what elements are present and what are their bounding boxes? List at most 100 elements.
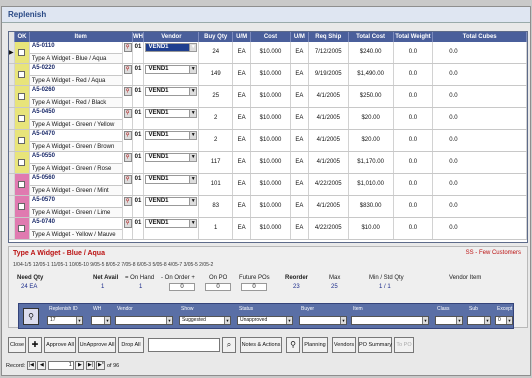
filter-dropdown[interactable]: 0 ▼ bbox=[495, 316, 513, 325]
wh-cell[interactable]: 01 bbox=[133, 218, 145, 239]
ok-checkbox[interactable] bbox=[18, 71, 26, 78]
magnifier-icon[interactable]: ⚲ bbox=[123, 175, 132, 184]
item-number[interactable]: A5-0220 bbox=[32, 65, 55, 71]
header-cost[interactable]: Cost bbox=[251, 32, 291, 42]
item-number[interactable]: A5-0110 bbox=[32, 43, 55, 49]
filter-dropdown[interactable]: Unapproved ▼ bbox=[237, 316, 293, 325]
vendors-button[interactable]: Vendors bbox=[332, 337, 356, 353]
magnifier-icon[interactable]: ⚲ bbox=[123, 197, 132, 206]
wh-cell[interactable]: 01 bbox=[133, 42, 145, 63]
item-number[interactable]: A5-0740 bbox=[32, 219, 55, 225]
vendor-dropdown[interactable]: VEND1 ▼ bbox=[145, 197, 198, 206]
cost-cell[interactable]: $10.000 bbox=[251, 152, 291, 173]
req-ship-cell[interactable]: 4/1/2005 bbox=[309, 152, 349, 173]
wh-cell[interactable]: 01 bbox=[133, 174, 145, 195]
filter-icon[interactable]: ⚲ bbox=[23, 308, 39, 325]
new-record-icon[interactable]: ▶* bbox=[96, 361, 106, 370]
ok-checkbox[interactable] bbox=[18, 49, 26, 56]
magnifier-icon[interactable]: ⚲ bbox=[123, 65, 132, 74]
filter-dropdown[interactable]: ▼ bbox=[91, 316, 111, 325]
header-req-ship[interactable]: Req Ship bbox=[309, 32, 349, 42]
filter-dropdown[interactable]: ▼ bbox=[435, 316, 463, 325]
req-ship-cell[interactable]: 4/22/2005 bbox=[309, 218, 349, 239]
buy-qty-cell[interactable]: 2 bbox=[199, 108, 234, 129]
req-ship-cell[interactable]: 9/19/2005 bbox=[309, 64, 349, 85]
chevron-down-icon[interactable]: ▼ bbox=[484, 317, 490, 324]
chevron-down-icon[interactable]: ▼ bbox=[189, 132, 197, 139]
chevron-down-icon[interactable]: ▼ bbox=[166, 317, 172, 324]
table-row[interactable]: A5-0570 Type A Widget - Green / Lime ⚲ 01 VE… bbox=[9, 196, 527, 218]
magnifier-icon[interactable]: ⚲ bbox=[123, 131, 132, 140]
chevron-down-icon[interactable]: ▼ bbox=[506, 317, 512, 324]
table-row[interactable]: A5-0740 Type A Widget - Yellow / Mauve ⚲ 01… bbox=[9, 218, 527, 240]
buy-qty-cell[interactable]: 117 bbox=[199, 152, 234, 173]
ok-checkbox[interactable] bbox=[18, 181, 26, 188]
buy-qty-cell[interactable]: 25 bbox=[199, 86, 234, 107]
ok-checkbox[interactable] bbox=[18, 115, 26, 122]
magnifier-icon[interactable]: ⚲ bbox=[123, 87, 132, 96]
header-total-weight[interactable]: Total Weight bbox=[394, 32, 434, 42]
last-record-icon[interactable]: ▶| bbox=[85, 361, 95, 370]
binoculars-icon[interactable]: ⌕ bbox=[222, 337, 236, 353]
vendor-dropdown[interactable]: VEND1 ▼ bbox=[145, 109, 198, 118]
chevron-down-icon[interactable]: ▼ bbox=[189, 198, 197, 205]
table-row[interactable]: A5-0220 Type A Widget - Red / Aqua ⚲ 01 VEND… bbox=[9, 64, 527, 86]
filter-dropdown[interactable]: 17 ▼ bbox=[47, 316, 83, 325]
chevron-down-icon[interactable]: ▼ bbox=[76, 317, 82, 324]
cost-cell[interactable]: $10.000 bbox=[251, 196, 291, 217]
unapprove-all-button[interactable]: UnApprove All bbox=[78, 337, 116, 353]
first-record-icon[interactable]: |◀ bbox=[26, 361, 36, 370]
item-number[interactable]: A5-0570 bbox=[32, 197, 55, 203]
req-ship-cell[interactable]: 4/1/2005 bbox=[309, 108, 349, 129]
to-po-button[interactable]: To PO bbox=[394, 337, 414, 353]
chevron-down-icon[interactable]: ▼ bbox=[286, 317, 292, 324]
vendor-dropdown[interactable]: VEND1 ▼ bbox=[145, 65, 198, 74]
header-wh[interactable]: WH bbox=[133, 32, 145, 42]
header-total-cost[interactable]: Total Cost bbox=[349, 32, 394, 42]
ok-checkbox[interactable] bbox=[18, 159, 26, 166]
header-buy-qty[interactable]: Buy Qty bbox=[199, 32, 234, 42]
req-ship-cell[interactable]: 4/22/2005 bbox=[309, 174, 349, 195]
table-row[interactable]: A5-0550 Type A Widget - Green / Rose ⚲ 01 VE… bbox=[9, 152, 527, 174]
planning-button[interactable]: Planning bbox=[302, 337, 328, 353]
magnifier-icon[interactable]: ⚲ bbox=[123, 43, 132, 52]
wh-cell[interactable]: 01 bbox=[133, 86, 145, 107]
approve-all-button[interactable]: Approve All bbox=[44, 337, 76, 353]
magnifier-icon[interactable]: ⚲ bbox=[123, 153, 132, 162]
buy-qty-cell[interactable]: 83 bbox=[199, 196, 234, 217]
future-pos-value[interactable]: 0 bbox=[241, 283, 267, 291]
table-row[interactable]: A5-0560 Type A Widget - Green / Mint ⚲ 01 VE… bbox=[9, 174, 527, 196]
close-button[interactable]: Close bbox=[8, 337, 26, 353]
table-row[interactable]: A5-0450 Type A Widget - Green / Yellow ⚲ 01… bbox=[9, 108, 527, 130]
chevron-down-icon[interactable]: ▼ bbox=[189, 44, 197, 51]
ok-checkbox[interactable] bbox=[18, 137, 26, 144]
magnifier-icon[interactable]: ⚲ bbox=[123, 219, 132, 228]
item-number[interactable]: A5-0550 bbox=[32, 153, 55, 159]
chevron-down-icon[interactable]: ▼ bbox=[340, 317, 346, 324]
wh-cell[interactable]: 01 bbox=[133, 152, 145, 173]
search-input[interactable] bbox=[148, 338, 220, 352]
vendor-dropdown[interactable]: VEND1 ▼ bbox=[145, 87, 198, 96]
vendor-dropdown[interactable]: VEND1 ▼ bbox=[145, 219, 198, 228]
item-number[interactable]: A5-0470 bbox=[32, 131, 55, 137]
po-summary-button[interactable]: PO Summary bbox=[358, 337, 392, 353]
ok-checkbox[interactable] bbox=[18, 93, 26, 100]
search-icon[interactable]: ⚲ bbox=[286, 337, 300, 353]
notes-actions-button[interactable]: Notes & Actions bbox=[240, 337, 282, 353]
wh-cell[interactable]: 01 bbox=[133, 196, 145, 217]
filter-dropdown[interactable]: ▼ bbox=[299, 316, 347, 325]
buy-qty-cell[interactable]: 149 bbox=[199, 64, 234, 85]
drop-all-button[interactable]: Drop All bbox=[118, 337, 144, 353]
req-ship-cell[interactable]: 7/12/2005 bbox=[309, 42, 349, 63]
next-record-icon[interactable]: ▶ bbox=[75, 361, 85, 370]
vendor-dropdown[interactable]: VEND1 ▼ bbox=[145, 153, 198, 162]
cost-cell[interactable]: $10.000 bbox=[251, 174, 291, 195]
header-total-cubes[interactable]: Total Cubes bbox=[433, 32, 527, 42]
magnifier-icon[interactable]: ⚲ bbox=[123, 109, 132, 118]
item-number[interactable]: A5-0260 bbox=[32, 87, 55, 93]
record-number-input[interactable]: 1 bbox=[47, 361, 74, 370]
cost-cell[interactable]: $10.000 bbox=[251, 218, 291, 239]
buy-qty-cell[interactable]: 2 bbox=[199, 130, 234, 151]
pin-icon[interactable]: ✚ bbox=[28, 337, 42, 353]
header-vendor[interactable]: Vendor bbox=[144, 32, 200, 42]
